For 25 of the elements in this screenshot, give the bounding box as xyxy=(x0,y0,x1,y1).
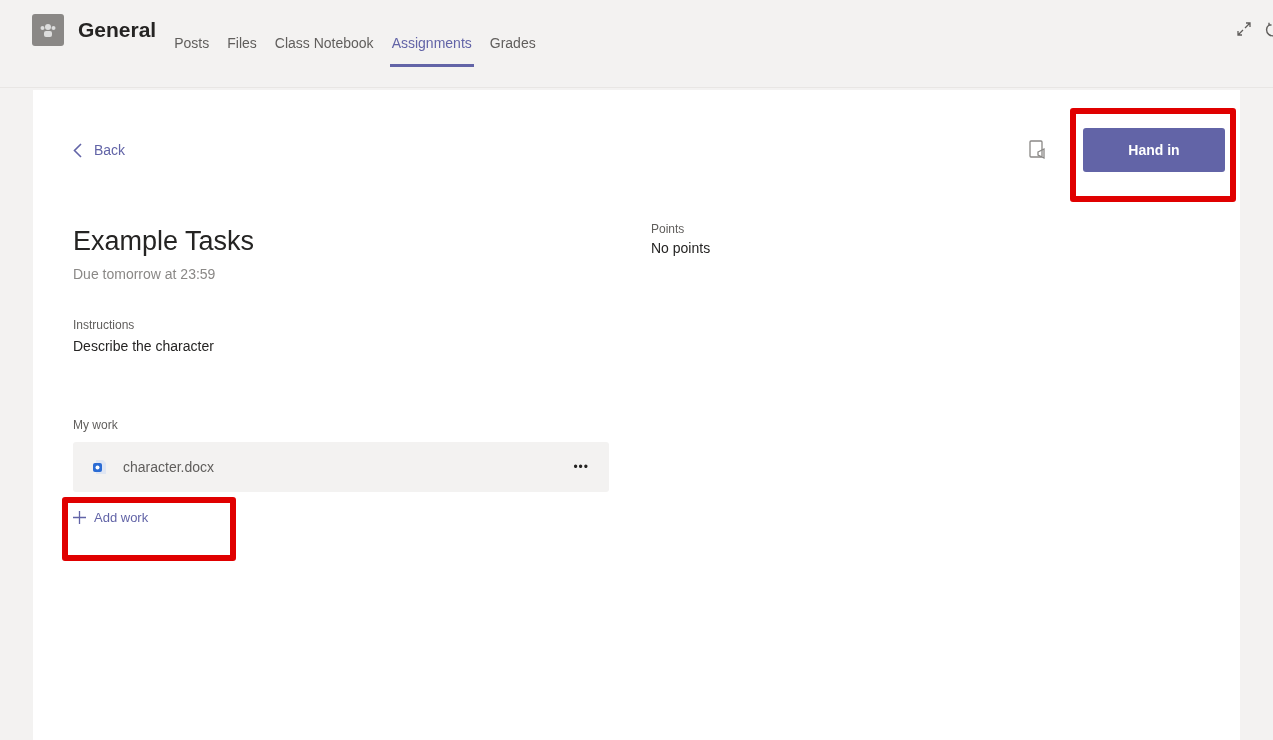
file-name: character.docx xyxy=(123,459,215,475)
channel-name: General xyxy=(78,17,157,43)
instructions-label: Instructions xyxy=(73,318,136,332)
file-item[interactable]: character.docx ••• xyxy=(73,442,609,492)
back-link[interactable]: Back xyxy=(73,142,126,158)
tab[interactable]: Grades xyxy=(487,0,538,67)
add-work-button[interactable]: Add work xyxy=(73,510,149,525)
tab[interactable]: Assignments xyxy=(389,0,474,67)
tab[interactable]: Files xyxy=(225,0,259,67)
chevron-left-icon xyxy=(73,142,82,158)
assignment-title: Example Tasks xyxy=(73,226,256,257)
points-value: No points xyxy=(651,240,711,256)
tab[interactable]: Posts xyxy=(172,0,212,67)
due-date: Due tomorrow at 23:59 xyxy=(73,266,217,282)
document-icon xyxy=(93,459,107,475)
plus-icon xyxy=(73,511,86,524)
immersive-reader-icon[interactable] xyxy=(1029,140,1047,160)
tab[interactable]: Class Notebook xyxy=(272,0,376,67)
hand-in-button[interactable]: Hand in xyxy=(1083,128,1225,172)
instructions-text: Describe the character xyxy=(73,338,215,354)
more-options-button[interactable]: ••• xyxy=(573,460,589,474)
team-icon xyxy=(32,14,64,46)
my-work-label: My work xyxy=(73,418,119,432)
points-label: Points xyxy=(651,222,686,236)
expand-icon[interactable] xyxy=(1237,22,1251,36)
